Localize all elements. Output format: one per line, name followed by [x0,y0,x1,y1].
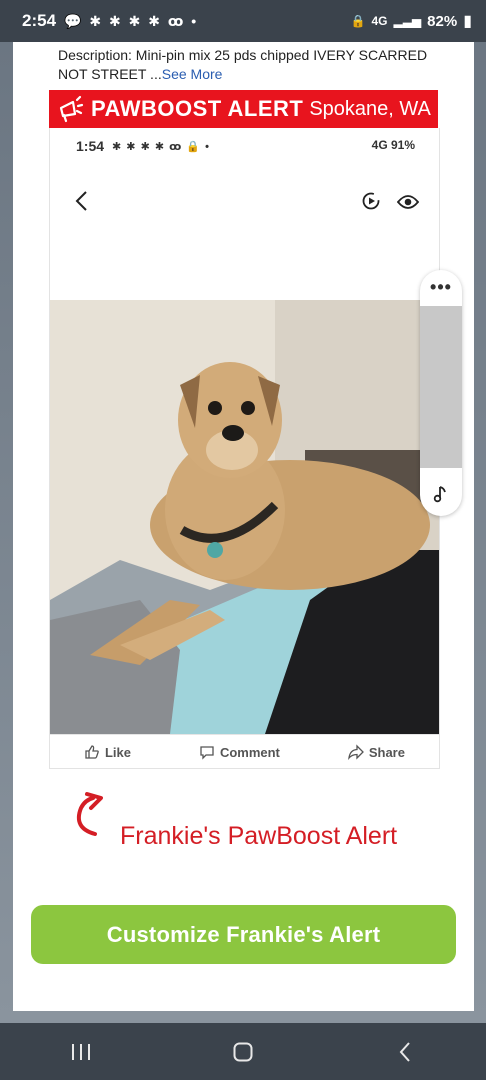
more-options-icon[interactable]: ••• [420,278,462,296]
music-note-icon[interactable] [431,484,451,504]
share-icon [347,744,364,760]
recent-apps-icon [72,1043,90,1060]
lock-icon: 🔒 [350,14,366,28]
comment-button[interactable]: Comment [199,744,280,760]
see-more-link[interactable]: See More [162,66,223,82]
status-time: 2:54 [22,11,57,30]
back-chevron-icon [75,191,87,211]
share-label: Share [368,744,405,760]
pawboost-alert-label: Frankie's PawBoost Alert [120,822,398,850]
recent-apps-button[interactable] [66,1037,96,1067]
slider-track [420,306,462,468]
replay-icon [362,192,380,210]
notification-icons: 💬 ✱ ✱ ✱ ✱ ꝏ • [64,12,199,29]
back-button[interactable] [390,1037,420,1067]
embedded-notification-icons: ✱ ✱ ✱ ✱ ꝏ 🔒 • [112,140,210,153]
eye-icon [397,195,419,209]
like-label: Like [104,744,131,760]
battery-level: 82% [427,12,458,30]
customize-alert-button[interactable]: Customize Frankie's Alert [31,905,456,964]
embedded-status-right: 4G 91% [371,138,415,152]
post-actions-bar: Like Comment Share [50,734,439,769]
comment-label: Comment [219,744,280,760]
signal-icon: ▂▃▅ [393,14,422,28]
like-button[interactable]: Like [84,744,131,760]
back-icon [399,1041,410,1062]
alert-brand: PAWBOOST ALERT [91,96,304,121]
embedded-screenshot: 1:54 ✱ ✱ ✱ ✱ ꝏ 🔒 • 4G 91% Like Comment S… [49,128,440,769]
status-bar: 2:54 💬 ✱ ✱ ✱ ✱ ꝏ • 🔒 4G ▂▃▅ 82% ▮ [0,0,486,42]
share-button[interactable]: Share [347,744,405,760]
curved-arrow-icon [76,792,103,836]
comment-icon [200,746,214,760]
pawboost-alert-banner: PAWBOOST ALERT Spokane, WA [49,90,438,128]
description-text: Description: Mini-pin mix 25 pds chipped… [58,47,428,82]
thumbs-up-icon [85,745,99,759]
post-description: Description: Mini-pin mix 25 pds chipped… [58,46,458,84]
status-right: 🔒 4G ▂▃▅ 82% ▮ [351,11,473,31]
embedded-status-left: 1:54 ✱ ✱ ✱ ✱ ꝏ 🔒 • [76,138,210,154]
system-nav-bar [0,1023,486,1080]
side-panel-slider[interactable]: ••• [420,270,462,516]
alert-preview-card: Description: Mini-pin mix 25 pds chipped… [13,42,474,1011]
megaphone-icon [59,95,84,123]
battery-icon: ▮ [463,13,472,30]
embedded-time: 1:54 [76,138,105,154]
home-button[interactable] [228,1037,258,1067]
home-icon [233,1042,253,1061]
dog-photo [50,300,439,734]
network-type: 4G [371,14,388,28]
alert-location: Spokane, WA [309,97,431,120]
